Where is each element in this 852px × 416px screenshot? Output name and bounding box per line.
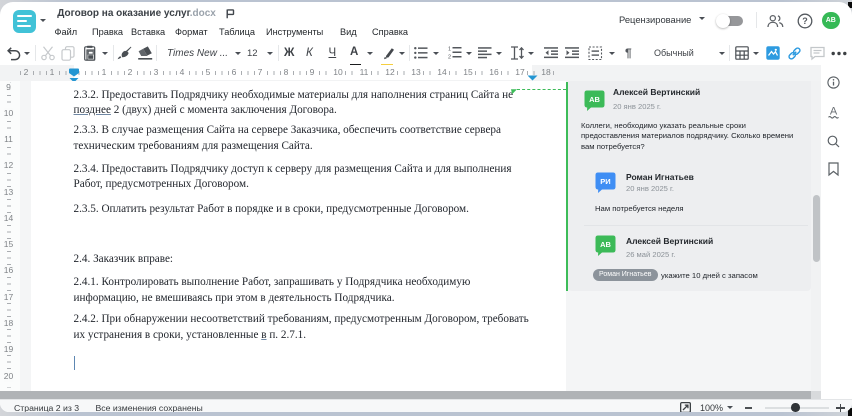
svg-text:А: А	[830, 106, 838, 118]
svg-text:?: ?	[802, 16, 808, 26]
svg-text:1: 1	[448, 46, 451, 52]
svg-text:АВ: АВ	[600, 240, 611, 249]
svg-text:РИ: РИ	[600, 177, 610, 186]
svg-text:АВ: АВ	[589, 95, 600, 104]
svg-text:2: 2	[448, 55, 451, 61]
